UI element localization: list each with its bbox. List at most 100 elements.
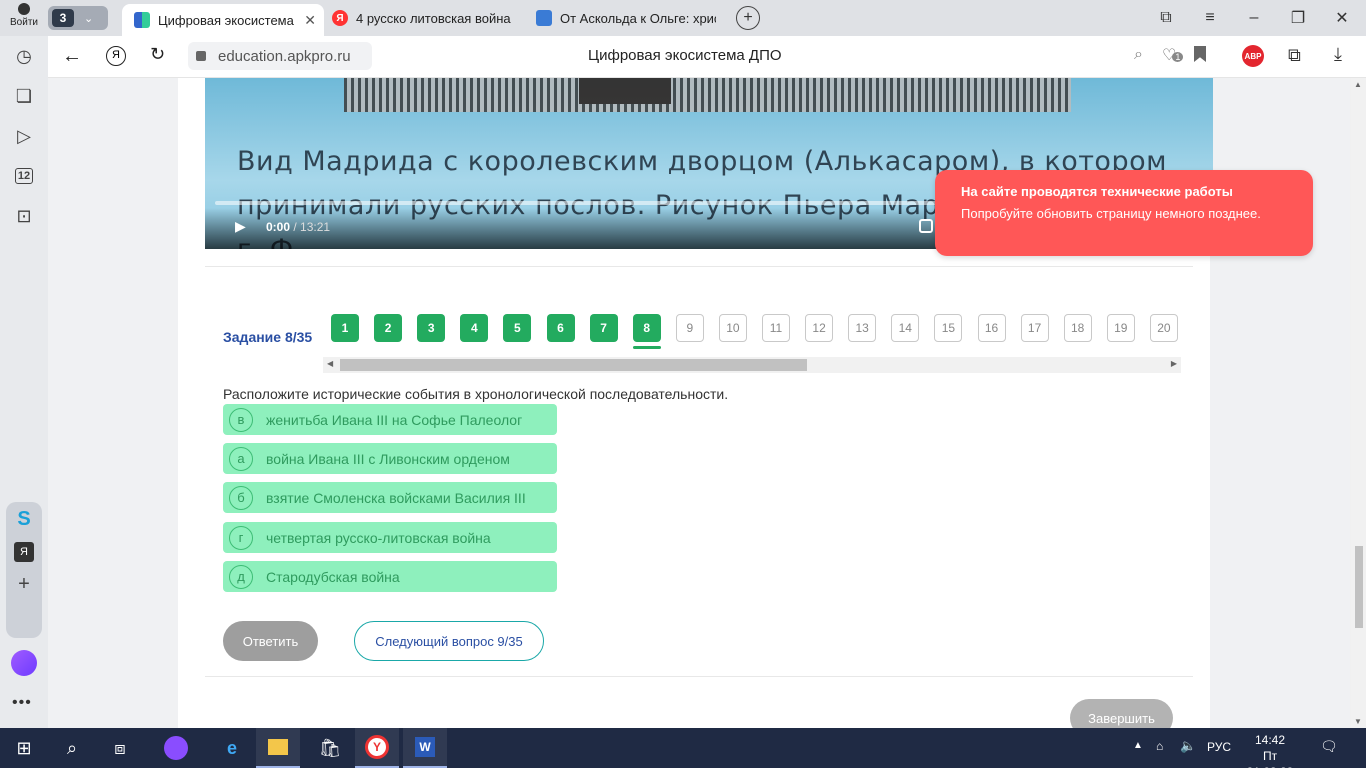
answer-text: четвертая русско-литовская война	[266, 529, 491, 546]
answer-option[interactable]: а война Ивана III с Ливонским орденом	[223, 443, 557, 474]
restore-icon[interactable]: ❐	[1286, 6, 1310, 30]
tab-title: От Аскольда к Ольге: хрис	[560, 10, 716, 26]
history-icon[interactable]: ◷	[10, 42, 38, 70]
question-button[interactable]: 18	[1063, 314, 1092, 342]
maintenance-toast[interactable]: На сайте проводятся технические работы П…	[935, 170, 1313, 256]
question-button[interactable]: 12	[805, 314, 834, 342]
windows-taskbar: ⊞ ⌕ ⧈ e 🛍 Y W ▲ ⌂ 🔈 РУС 14:42 Пт 31.03.2…	[0, 728, 1366, 768]
notifications-icon[interactable]: 🗨	[1320, 738, 1338, 755]
menu-icon[interactable]: ≡	[1198, 6, 1222, 30]
tab-counter-button[interactable]: 3 ⌄	[48, 6, 108, 30]
tab-inactive[interactable]: От Аскольда к Ольге: хрис	[536, 4, 716, 32]
tab-active[interactable]: Цифровая экосистема ✕	[122, 4, 324, 36]
video-time: 0:00 / 13:21	[266, 220, 330, 234]
new-tab-button[interactable]: +	[736, 6, 760, 30]
question-button[interactable]: 3	[417, 314, 446, 342]
scroll-down-icon[interactable]: ▼	[1354, 717, 1362, 726]
protect-icon[interactable]: ♡1	[1162, 45, 1184, 65]
tab-counter: 3	[52, 9, 74, 27]
system-clock[interactable]: 14:42 Пт 31.03.23	[1240, 732, 1300, 768]
answer-letter: г	[229, 525, 253, 550]
play-icon[interactable]: ▶	[235, 218, 246, 235]
ya-app-icon[interactable]: Я	[14, 542, 34, 562]
scroll-up-icon[interactable]: ▲	[1354, 80, 1362, 89]
extensions-icon[interactable]: ⧉	[1288, 45, 1301, 66]
yandex-icon[interactable]: Я	[106, 46, 126, 66]
alice-taskbar-icon[interactable]	[154, 728, 198, 768]
back-icon[interactable]: ←	[62, 45, 82, 68]
language-indicator[interactable]: РУС	[1207, 740, 1231, 754]
answer-option[interactable]: д Стародубская война	[223, 561, 557, 592]
profile-button[interactable]: Войти	[6, 3, 42, 33]
submit-answer-button[interactable]: Ответить	[223, 621, 318, 661]
scrollbar-thumb[interactable]	[1355, 546, 1363, 628]
task-instruction: Расположите исторические события в хроно…	[223, 386, 729, 402]
question-button[interactable]: 11	[762, 314, 790, 342]
more-icon[interactable]: •••	[12, 694, 32, 712]
question-button[interactable]: 19	[1106, 314, 1135, 342]
search-icon[interactable]: ⌕	[50, 728, 94, 768]
yandex-browser-icon[interactable]: Y	[355, 728, 399, 768]
video-icon[interactable]: ▷	[10, 122, 38, 150]
tray-chevron-icon[interactable]: ▲	[1133, 740, 1143, 751]
question-button[interactable]: 7	[589, 314, 618, 342]
add-app-icon[interactable]: +	[14, 574, 34, 594]
answer-option[interactable]: в женитьба Ивана III на Софье Палеолог	[223, 404, 557, 435]
question-button[interactable]: 1	[331, 314, 359, 342]
question-button[interactable]: 4	[460, 314, 489, 342]
word-icon[interactable]: W	[403, 728, 447, 768]
download-icon[interactable]: ⤓	[1334, 44, 1342, 65]
s-app-icon[interactable]: S	[14, 508, 34, 532]
volume-icon[interactable]: 🔈	[1180, 738, 1196, 754]
question-button[interactable]: 5	[503, 314, 532, 342]
pip-icon[interactable]	[919, 219, 933, 233]
file-explorer-icon[interactable]	[256, 728, 300, 768]
question-button[interactable]: 15	[934, 314, 963, 342]
question-button[interactable]: 10	[718, 314, 747, 342]
task-view-icon[interactable]: ⧈	[98, 728, 142, 768]
question-button[interactable]: 9	[675, 314, 704, 342]
screenshot-icon[interactable]: ⊡	[10, 202, 38, 230]
question-nav-scrollbar[interactable]: ◀ ▶	[323, 357, 1181, 373]
collections-icon[interactable]: ⧉	[1154, 6, 1178, 30]
answer-option[interactable]: б взятие Смоленска войсками Василия III	[223, 482, 557, 513]
question-button[interactable]: 16	[977, 314, 1006, 342]
start-icon[interactable]: ⊞	[2, 728, 46, 768]
book-favicon-icon	[536, 10, 552, 26]
adblock-icon[interactable]: ABP	[1242, 45, 1264, 67]
tabs-count-icon[interactable]: 12	[10, 162, 38, 190]
edge-icon[interactable]: e	[210, 728, 254, 768]
question-button[interactable]: 2	[374, 314, 403, 342]
answer-letter: д	[229, 564, 253, 589]
scrollbar-thumb[interactable]	[340, 359, 807, 371]
next-question-button[interactable]: Следующий вопрос 9/35	[354, 621, 544, 661]
collections-icon[interactable]: ❏	[10, 82, 38, 110]
answer-text: взятие Смоленска войсками Василия III	[266, 489, 526, 506]
answer-text: Стародубская война	[266, 568, 400, 585]
question-button[interactable]: 6	[546, 314, 575, 342]
question-button[interactable]: 8	[632, 314, 661, 349]
question-button[interactable]: 17	[1020, 314, 1049, 342]
network-icon[interactable]: ⌂	[1156, 739, 1163, 753]
question-button[interactable]: 14	[891, 314, 920, 342]
close-icon[interactable]: ✕	[304, 12, 316, 29]
search-page-icon[interactable]: ⌕	[1134, 46, 1143, 64]
address-bar[interactable]: education.apkpro.ru	[188, 42, 372, 70]
url-text: education.apkpro.ru	[218, 47, 351, 65]
tab-inactive[interactable]: Я 4 русско литовская война	[332, 4, 522, 32]
finish-button[interactable]: Завершить	[1070, 699, 1173, 728]
reload-icon[interactable]: ↻	[150, 44, 165, 65]
tab-title: Цифровая экосистема	[158, 12, 294, 28]
question-button[interactable]: 20	[1149, 314, 1178, 342]
question-button[interactable]: 13	[848, 314, 877, 342]
scroll-right-icon[interactable]: ▶	[1171, 359, 1177, 368]
close-window-icon[interactable]: ✕	[1330, 6, 1354, 30]
bookmark-icon[interactable]	[1194, 46, 1206, 62]
answer-option[interactable]: г четвертая русско-литовская война	[223, 522, 557, 553]
answer-text: война Ивана III с Ливонским орденом	[266, 450, 510, 467]
minimize-icon[interactable]: –	[1242, 6, 1266, 30]
scroll-left-icon[interactable]: ◀	[327, 359, 333, 368]
page-scrollbar[interactable]: ▲ ▼	[1351, 78, 1366, 728]
store-icon[interactable]: 🛍	[308, 728, 352, 768]
alice-icon[interactable]	[11, 650, 37, 676]
